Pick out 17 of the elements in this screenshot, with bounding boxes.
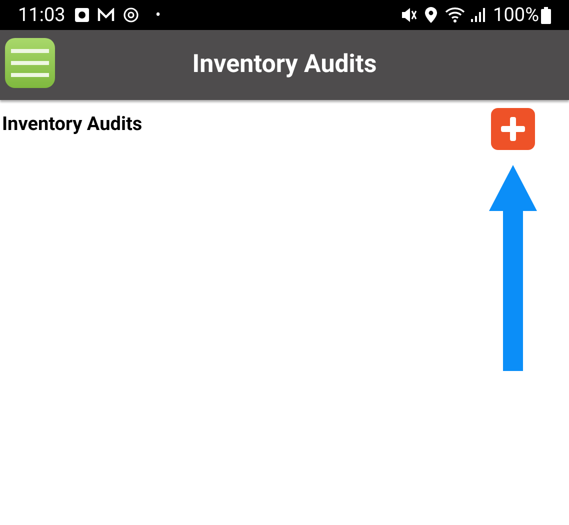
- header-title: Inventory Audits: [192, 49, 377, 82]
- battery-icon: [541, 6, 551, 24]
- location-icon: [425, 7, 438, 23]
- signal-icon: [471, 8, 488, 22]
- menu-icon: [11, 49, 49, 77]
- photo-icon: [75, 8, 90, 22]
- mute-icon: [401, 7, 418, 23]
- notification-dot: •: [155, 4, 161, 26]
- sync-icon: [123, 7, 140, 23]
- mail-icon: [97, 8, 116, 22]
- wifi-icon: [445, 7, 466, 23]
- section-title: Inventory Audits: [2, 111, 142, 137]
- plus-icon: [500, 116, 526, 142]
- battery-percent: 100%: [493, 2, 539, 28]
- menu-button[interactable]: [5, 38, 55, 88]
- add-button[interactable]: [491, 108, 535, 150]
- clock: 11:03: [18, 2, 66, 28]
